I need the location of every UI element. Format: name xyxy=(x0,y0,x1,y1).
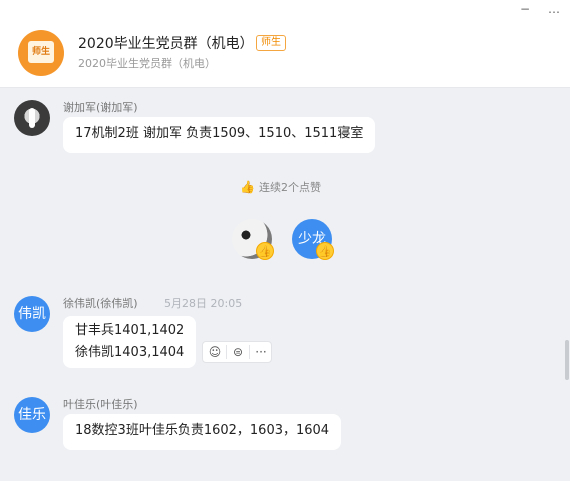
message-text: 18数控3班叶佳乐负责1602，1603，1604 xyxy=(75,423,330,438)
sender-name: 徐伟凯(徐伟凯) xyxy=(63,297,138,310)
sender-avatar[interactable] xyxy=(14,100,50,136)
group-title[interactable]: 2020毕业生党员群（机电） xyxy=(78,33,254,53)
message-bubble[interactable]: 18数控3班叶佳乐负责1602，1603，1604 xyxy=(63,414,342,450)
more-options-icon[interactable]: … xyxy=(548,2,560,16)
thumbs-up-icon: 👍 xyxy=(256,242,274,260)
like-summary: 👍 连续2个点赞 xyxy=(240,179,321,195)
more-icon[interactable]: ··· xyxy=(252,344,270,360)
sender-avatar[interactable]: 佳乐 xyxy=(14,397,50,433)
sender-name: 叶佳乐(叶佳乐) xyxy=(63,398,138,411)
message-text: 徐伟凯1403,1404 xyxy=(75,345,185,360)
message-time: 5月28日 20:05 xyxy=(164,297,243,310)
thumbs-up-icon: 👍 xyxy=(316,242,334,260)
book-icon: 师生 xyxy=(28,41,54,63)
divider xyxy=(226,345,227,359)
group-subtitle: 2020毕业生党员群（机电） xyxy=(78,57,216,70)
message-text: 甘丰兵1401,1402 xyxy=(75,323,185,338)
message-actions: ☺ ⊜ ··· xyxy=(202,341,272,363)
group-avatar[interactable]: 师生 xyxy=(18,30,64,76)
reply-icon[interactable]: ⊜ xyxy=(229,344,247,360)
sender-name: 谢加军(谢加军) xyxy=(63,101,138,114)
sender-avatar[interactable]: 伟凯 xyxy=(14,296,50,332)
chat-header: 师生 2020毕业生党员群（机电） 师生 2020毕业生党员群（机电） xyxy=(0,24,570,88)
message-bubble[interactable]: 17机制2班 谢加军 负责1509、1510、1511寝室 xyxy=(63,117,376,153)
avatar-figure xyxy=(29,108,35,128)
group-type-badge: 师生 xyxy=(256,35,286,51)
like-label: 连续2个点赞 xyxy=(258,181,321,194)
message-text: 17机制2班 谢加军 负责1509、1510、1511寝室 xyxy=(75,126,364,141)
thumbs-up-icon: 👍 xyxy=(240,180,255,194)
divider xyxy=(249,345,250,359)
minimize-icon[interactable]: − xyxy=(520,2,530,16)
scrollbar[interactable] xyxy=(565,340,569,380)
emoji-reaction-icon[interactable]: ☺ xyxy=(206,344,224,360)
message-bubble[interactable]: 甘丰兵1401,1402 徐伟凯1403,1404 xyxy=(63,316,197,368)
window-titlebar: − … xyxy=(0,0,570,24)
